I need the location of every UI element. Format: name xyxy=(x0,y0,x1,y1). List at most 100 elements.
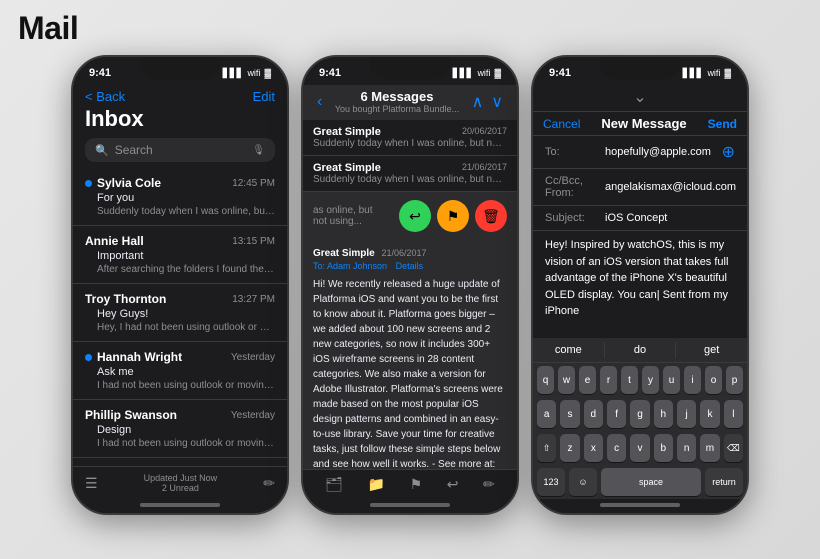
inbox-screen: < Back Edit Inbox 🔍 Search 🎙 xyxy=(73,85,287,513)
to-value[interactable]: hopefully@apple.com xyxy=(605,146,722,158)
move-icon[interactable]: 📁 xyxy=(368,476,385,493)
compose-to-field[interactable]: To: hopefully@apple.com ⊕ xyxy=(533,136,747,169)
key-z[interactable]: z xyxy=(560,434,579,462)
search-bar[interactable]: 🔍 Search 🎙 xyxy=(85,138,275,162)
mail-item-3-header: Troy Thornton 13:27 PM xyxy=(85,292,275,306)
thread-date-1: 20/06/2017 xyxy=(462,126,507,138)
compose-subject-field[interactable]: Subject: iOS Concept xyxy=(533,206,747,231)
emoji-key[interactable]: ☺ xyxy=(569,468,597,496)
thread-header: ‹ 6 Messages You bought Platforma Bundle… xyxy=(303,85,517,120)
search-input[interactable]: Search xyxy=(115,143,247,157)
mail-item-1-header: Sylvia Cole 12:45 PM xyxy=(85,176,275,190)
key-l[interactable]: l xyxy=(724,400,743,428)
thread-screen: ‹ 6 Messages You bought Platforma Bundle… xyxy=(303,85,517,513)
mail-sender-5: Phillip Swanson xyxy=(85,408,177,422)
key-w[interactable]: w xyxy=(558,366,575,394)
thread-item-1-header: Great Simple 20/06/2017 xyxy=(313,126,507,138)
key-m[interactable]: m xyxy=(700,434,719,462)
mail-item-3[interactable]: Troy Thornton 13:27 PM Hey Guys! Hey, I … xyxy=(73,284,287,342)
key-r[interactable]: r xyxy=(600,366,617,394)
key-p[interactable]: p xyxy=(726,366,743,394)
space-key[interactable]: space xyxy=(601,468,701,496)
numbers-key[interactable]: 123 xyxy=(537,468,565,496)
mail-item-2-header: Annie Hall 13:15 PM xyxy=(85,234,275,248)
subject-value[interactable]: iOS Concept xyxy=(605,212,735,224)
mail-item-5[interactable]: Phillip Swanson Yesterday Design I had n… xyxy=(73,400,287,458)
email-details[interactable]: To: Adam Johnson Details xyxy=(313,261,507,271)
key-a[interactable]: a xyxy=(537,400,556,428)
compose-icon-2[interactable]: ✏ xyxy=(483,476,495,493)
back-icon-2[interactable]: ‹ xyxy=(317,93,322,111)
thread-sender-1: Great Simple xyxy=(313,126,381,138)
back-button[interactable]: < Back xyxy=(85,89,125,104)
thread-item-1[interactable]: Great Simple 20/06/2017 Suddenly today w… xyxy=(303,120,517,156)
key-q[interactable]: q xyxy=(537,366,554,394)
key-c[interactable]: c xyxy=(607,434,626,462)
inbox-footer: ☰ Updated Just Now 2 Unread ✏ xyxy=(73,466,287,499)
page-title: Mail xyxy=(18,10,802,47)
key-x[interactable]: x xyxy=(584,434,603,462)
edit-button[interactable]: Edit xyxy=(253,89,275,104)
folder-icon[interactable]: ☰ xyxy=(85,475,98,492)
mail-preview-5: I had not been using outlook or moving a… xyxy=(97,438,275,449)
key-o[interactable]: o xyxy=(705,366,722,394)
up-chevron[interactable]: ∧ xyxy=(472,92,484,112)
thread-sender-2: Great Simple xyxy=(313,162,381,174)
mic-icon: 🎙 xyxy=(252,145,265,156)
mail-time-1: 12:45 PM xyxy=(232,178,275,189)
key-t[interactable]: t xyxy=(621,366,638,394)
status-time-3: 9:41 xyxy=(549,67,571,79)
key-e[interactable]: e xyxy=(579,366,596,394)
thread-item-2[interactable]: Great Simple 21/06/2017 Suddenly today w… xyxy=(303,156,517,192)
notch-2 xyxy=(370,57,450,79)
unread-dot-1 xyxy=(85,180,92,187)
thread-chevrons: ∧ ∨ xyxy=(472,92,503,112)
compose-body[interactable]: Hey! Inspired by watchOS, this is my vis… xyxy=(533,231,747,338)
phone-compose: 9:41 ▋▋▋ wifi ▓ ⌄ Cancel New Message Sen… xyxy=(531,55,749,515)
key-k[interactable]: k xyxy=(700,400,719,428)
compose-ccbcc-field[interactable]: Cc/Bcc, From: angelakismax@icloud.com xyxy=(533,169,747,206)
battery-icon-1: ▓ xyxy=(264,68,271,78)
key-b[interactable]: b xyxy=(654,434,673,462)
ccbcc-value[interactable]: angelakismax@icloud.com xyxy=(605,181,736,193)
suggest-2[interactable]: do xyxy=(605,342,677,358)
key-h[interactable]: h xyxy=(654,400,673,428)
phone-1-inner: 9:41 ▋▋▋ wifi ▓ < Back Edit Inbox xyxy=(73,57,287,513)
key-u[interactable]: u xyxy=(663,366,680,394)
home-indicator-1 xyxy=(140,503,220,507)
reply-icon[interactable]: ↩ xyxy=(447,476,459,493)
compose-body-text[interactable]: Hey! Inspired by watchOS, this is my vis… xyxy=(545,237,735,320)
subject-label: Subject: xyxy=(545,212,605,224)
compose-icon[interactable]: ✏ xyxy=(263,475,275,492)
key-s[interactable]: s xyxy=(560,400,579,428)
add-recipient-icon[interactable]: ⊕ xyxy=(722,142,735,162)
key-i[interactable]: i xyxy=(684,366,701,394)
delete-key[interactable]: ⌫ xyxy=(724,434,743,462)
key-n[interactable]: n xyxy=(677,434,696,462)
key-j[interactable]: j xyxy=(677,400,696,428)
compose-title: New Message xyxy=(601,116,686,131)
search-icon: 🔍 xyxy=(95,144,109,157)
mail-item-4[interactable]: Hannah Wright Yesterday Ask me I had not… xyxy=(73,342,287,400)
send-button[interactable]: Send xyxy=(708,117,737,131)
flag-icon[interactable]: ⚑ xyxy=(410,476,423,493)
mail-item-2[interactable]: Annie Hall 13:15 PM Important After sear… xyxy=(73,226,287,284)
cancel-button[interactable]: Cancel xyxy=(543,117,580,131)
key-g[interactable]: g xyxy=(630,400,649,428)
shift-key[interactable]: ⇧ xyxy=(537,434,556,462)
flag-button[interactable]: ⚑ xyxy=(437,200,469,232)
mail-item-1[interactable]: Sylvia Cole 12:45 PM For you Suddenly to… xyxy=(73,168,287,226)
key-d[interactable]: d xyxy=(584,400,603,428)
key-v[interactable]: v xyxy=(630,434,649,462)
battery-icon-2: ▓ xyxy=(494,68,501,78)
return-key[interactable]: return xyxy=(705,468,743,496)
reply-button[interactable]: ↩ xyxy=(399,200,431,232)
key-y[interactable]: y xyxy=(642,366,659,394)
key-f[interactable]: f xyxy=(607,400,626,428)
suggest-1[interactable]: come xyxy=(533,342,605,358)
suggest-3[interactable]: get xyxy=(676,342,747,358)
trash-button[interactable]: 🗑 xyxy=(475,200,507,232)
archive-icon[interactable]: 🗂 xyxy=(325,476,343,493)
keyboard: come do get q w e r t y u i xyxy=(533,338,747,499)
down-chevron[interactable]: ∨ xyxy=(491,92,503,112)
